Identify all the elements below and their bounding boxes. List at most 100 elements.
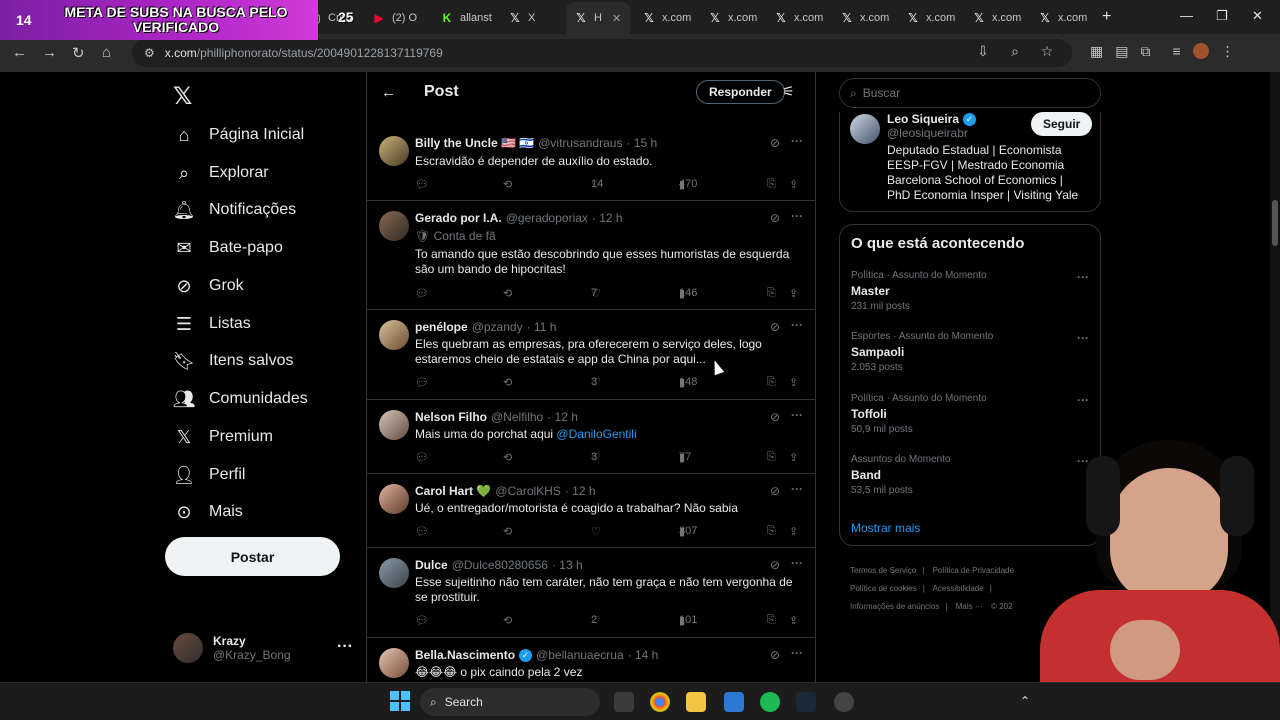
more-icon[interactable]: ··· — [791, 556, 803, 570]
sidebar-item-premium[interactable]: 𝕏 Premium — [173, 426, 273, 448]
grok-icon[interactable]: ⊘ — [770, 136, 780, 150]
trend-item[interactable]: Política · Assunto do Momento Master 231… — [851, 270, 1091, 312]
post-time[interactable]: · 15 h — [626, 136, 657, 150]
table-row[interactable]: Gerado por I.A. @geradoporiax · 12 h ⊘ ··· 🛡︎… — [367, 201, 815, 310]
avatar[interactable] — [379, 320, 409, 350]
trend-item[interactable]: Esportes · Assunto do Momento Sampaoli 2… — [851, 331, 1091, 373]
author-name[interactable]: Billy the Uncle 🇺🇸 🇮🇱 — [415, 136, 534, 150]
sidebar-item-grok[interactable]: ⊘ Grok — [173, 275, 243, 297]
author-name[interactable]: Nelson Filho — [415, 410, 487, 424]
star-icon[interactable]: ☆ — [1038, 43, 1056, 60]
author-handle[interactable]: @pzandy — [472, 320, 523, 334]
footer-link[interactable]: Acessibilidade — [933, 584, 984, 593]
grok-icon[interactable]: ⊘ — [770, 484, 780, 498]
post-time[interactable]: · 12 h — [565, 484, 596, 498]
task-view-icon[interactable] — [614, 692, 634, 712]
sidebar-item-more[interactable]: ⊙ Mais — [173, 501, 242, 523]
extension-icon[interactable]: ▤ — [1115, 43, 1128, 60]
footer-link[interactable]: Mais ··· — [956, 602, 983, 611]
author-name[interactable]: Bella.Nascimento — [415, 648, 515, 662]
post-time[interactable]: · 11 h — [527, 320, 557, 334]
tab-x-com[interactable]: 𝕏 x.com — [832, 6, 897, 30]
more-icon[interactable]: ··· — [791, 646, 803, 660]
tab-kick[interactable]: K allanst — [432, 6, 500, 30]
store-icon[interactable] — [724, 692, 744, 712]
grok-icon[interactable]: ⊘ — [770, 558, 780, 572]
sidebar-item-notifications[interactable]: 🔔︎ Notificações — [173, 199, 297, 221]
chrome-icon[interactable] — [650, 692, 670, 712]
grok-icon[interactable]: ⊘ — [770, 410, 780, 424]
avatar[interactable] — [379, 648, 409, 678]
grok-icon[interactable]: ⊘ — [770, 648, 780, 662]
filter-icon[interactable]: ⚟ — [782, 83, 795, 100]
minimize-icon[interactable]: — — [1180, 8, 1193, 23]
reply-button[interactable]: Responder — [696, 80, 785, 104]
follow-button[interactable]: Seguir — [1031, 112, 1093, 136]
sidebar-item-explore[interactable]: ⌕ Explorar — [173, 162, 269, 184]
scrollbar-thumb[interactable] — [1272, 200, 1278, 246]
extension-icon[interactable]: ▦ — [1090, 43, 1103, 60]
search-input[interactable] — [862, 86, 1083, 100]
author-name[interactable]: penélope — [415, 320, 468, 334]
table-row[interactable]: Dulce @Dulce80280656 · 13 h ⊘ ··· Esse sujeit… — [367, 548, 815, 638]
tab-x-com[interactable]: 𝕏 x.com — [700, 6, 765, 30]
footer-link[interactable]: Política de Privacidade — [933, 566, 1014, 575]
file-explorer-icon[interactable] — [686, 692, 706, 712]
search-box[interactable]: ⌕ — [839, 78, 1101, 108]
avatar[interactable] — [379, 558, 409, 588]
post-time[interactable]: · 12 h — [592, 211, 623, 225]
obs-icon[interactable] — [834, 692, 854, 712]
more-icon[interactable]: ··· — [1077, 270, 1089, 284]
back-arrow-icon[interactable]: ← — [12, 44, 27, 61]
footer-link[interactable]: Informações de anúncios — [850, 602, 939, 611]
tab-x-com[interactable]: 𝕏 x.com — [1030, 6, 1095, 30]
grok-icon[interactable]: ⊘ — [770, 211, 780, 225]
footer-link[interactable]: Termos de Serviço — [850, 566, 916, 575]
author-handle[interactable]: @vitrusandraus — [538, 136, 622, 150]
table-row[interactable]: Nelson Filho @Nelfilho · 12 h ⊘ ··· Mais uma … — [367, 400, 815, 474]
window-close-icon[interactable]: ✕ — [1252, 8, 1263, 24]
table-row[interactable]: Billy the Uncle 🇺🇸 🇮🇱 @vitrusandraus · 15 … — [367, 126, 815, 201]
zoom-icon[interactable]: ⌕ — [1006, 43, 1024, 60]
tab-youtube[interactable]: ▶ (2) O — [364, 6, 425, 30]
puzzle-icon[interactable]: ⧉ — [1140, 43, 1150, 60]
tab-x-com[interactable]: 𝕏 x.com — [964, 6, 1029, 30]
post-time[interactable]: · 12 h — [547, 410, 578, 424]
tab-x-com[interactable]: 𝕏 x.com — [766, 6, 831, 30]
table-row[interactable]: Carol Hart 💚 @CarolKHS · 12 h ⊘ ··· Ué, o ent… — [367, 474, 815, 548]
post-time[interactable]: · 13 h — [552, 558, 583, 572]
close-icon[interactable]: ✕ — [612, 12, 621, 25]
sidebar-item-bookmarks[interactable]: 🔖︎ Itens salvos — [173, 350, 294, 372]
more-icon[interactable]: ··· — [1077, 393, 1089, 407]
more-icon[interactable]: ··· — [337, 638, 353, 656]
sidebar-item-home[interactable]: ⌂ Página Inicial — [173, 124, 305, 146]
tab-x-com[interactable]: 𝕏 x.com — [634, 6, 699, 30]
taskbar-search[interactable]: ⌕ Search — [420, 688, 600, 716]
profile-avatar-icon[interactable] — [1192, 43, 1209, 59]
new-tab-icon[interactable]: + — [1102, 8, 1111, 26]
footer-link[interactable]: Política de cookies — [850, 584, 917, 593]
sidebar-item-communities[interactable]: 👥︎ Comunidades — [173, 388, 308, 410]
reload-icon[interactable]: ↻ — [72, 44, 85, 62]
avatar[interactable] — [379, 410, 409, 440]
menu-icon[interactable]: ⋮ — [1221, 43, 1235, 60]
profile-name-row[interactable]: Leo Siqueira ✓ — [887, 112, 977, 126]
grok-icon[interactable]: ⊘ — [770, 320, 780, 334]
more-icon[interactable]: ··· — [1077, 331, 1089, 345]
table-row[interactable]: Bella.Nascimento ✓ @bellanuaecrua · 14 h ⊘ ··… — [367, 638, 815, 682]
tab-x-com[interactable]: 𝕏 x.com — [898, 6, 963, 30]
sidebar-item-chat[interactable]: ✉ Bate-papo — [173, 237, 282, 259]
show-more-link[interactable]: Mostrar mais — [851, 521, 920, 535]
author-name[interactable]: Carol Hart 💚 — [415, 484, 491, 498]
account-switcher[interactable]: Krazy @Krazy_Bong ··· — [173, 630, 353, 666]
more-icon[interactable]: ··· — [791, 482, 803, 496]
forward-arrow-icon[interactable]: → — [42, 44, 57, 61]
post-time[interactable]: · 14 h — [628, 648, 659, 662]
install-icon[interactable]: ⇩ — [974, 43, 992, 60]
mention-link[interactable]: @DaniloGentili — [556, 427, 636, 441]
author-handle[interactable]: @geradoporiax — [506, 211, 588, 225]
author-handle[interactable]: @Nelfilho — [491, 410, 543, 424]
home-icon[interactable]: ⌂ — [102, 44, 111, 61]
tab-active[interactable]: 𝕏 H ✕ — [566, 2, 630, 34]
maximize-icon[interactable]: ❐ — [1216, 8, 1228, 24]
